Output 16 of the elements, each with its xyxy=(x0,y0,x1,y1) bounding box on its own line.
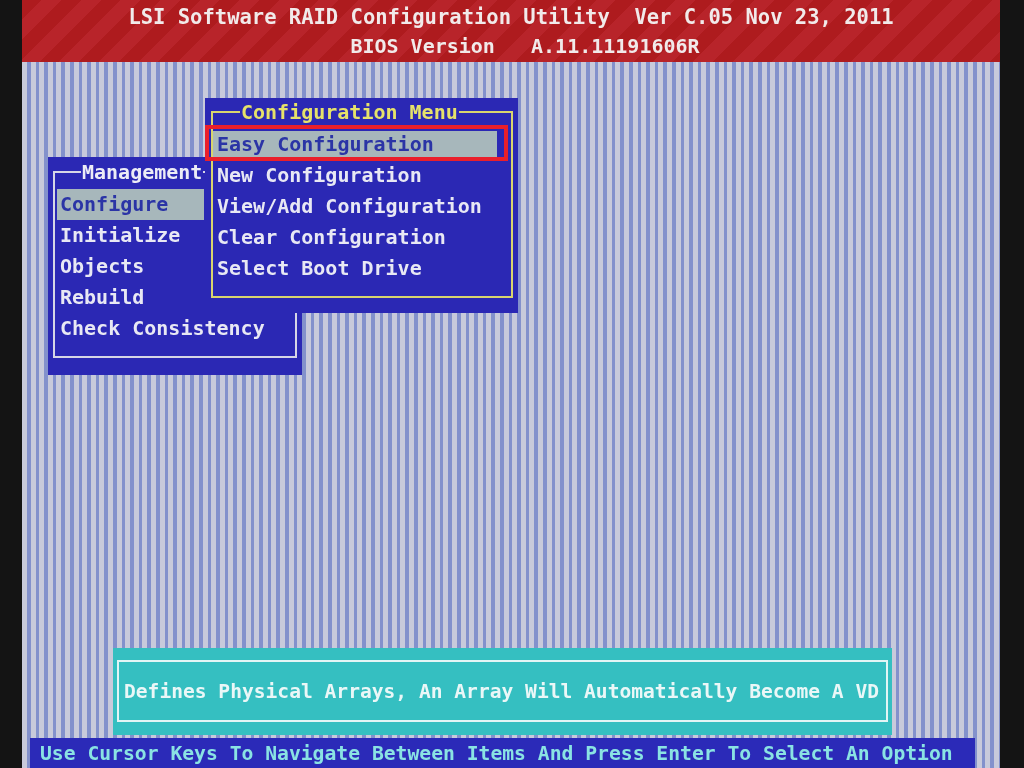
utility-title: LSI Software RAID Configuration Utility Ver C.05 Nov 23, 2011 xyxy=(128,4,894,31)
menu-item[interactable]: Select Boot Drive xyxy=(213,255,497,281)
menu-item[interactable]: Configure xyxy=(57,189,204,220)
menu-item[interactable]: Clear Configuration xyxy=(213,224,497,250)
status-text: Use Cursor Keys To Navigate Between Items And Press Enter To Select An Option xyxy=(40,741,953,765)
help-text: Defines Physical Arrays, An Array Will Automatically Become A VD xyxy=(124,679,879,703)
menu-item[interactable]: Easy Configuration xyxy=(213,131,497,157)
menu-item[interactable]: Objects xyxy=(57,251,204,282)
menu-item[interactable]: Rebuild xyxy=(57,282,204,313)
menu-item[interactable]: View/Add Configuration xyxy=(213,193,497,219)
menu-item[interactable]: Check Consistency xyxy=(57,313,265,344)
menu-item[interactable]: Initialize xyxy=(57,220,204,251)
menu-title: Configuration Menu xyxy=(240,99,459,125)
menu-item[interactable]: New Configuration xyxy=(213,162,497,188)
menu-title: Management xyxy=(81,159,204,185)
bios-version: BIOS Version A.11.11191606R xyxy=(350,33,700,60)
